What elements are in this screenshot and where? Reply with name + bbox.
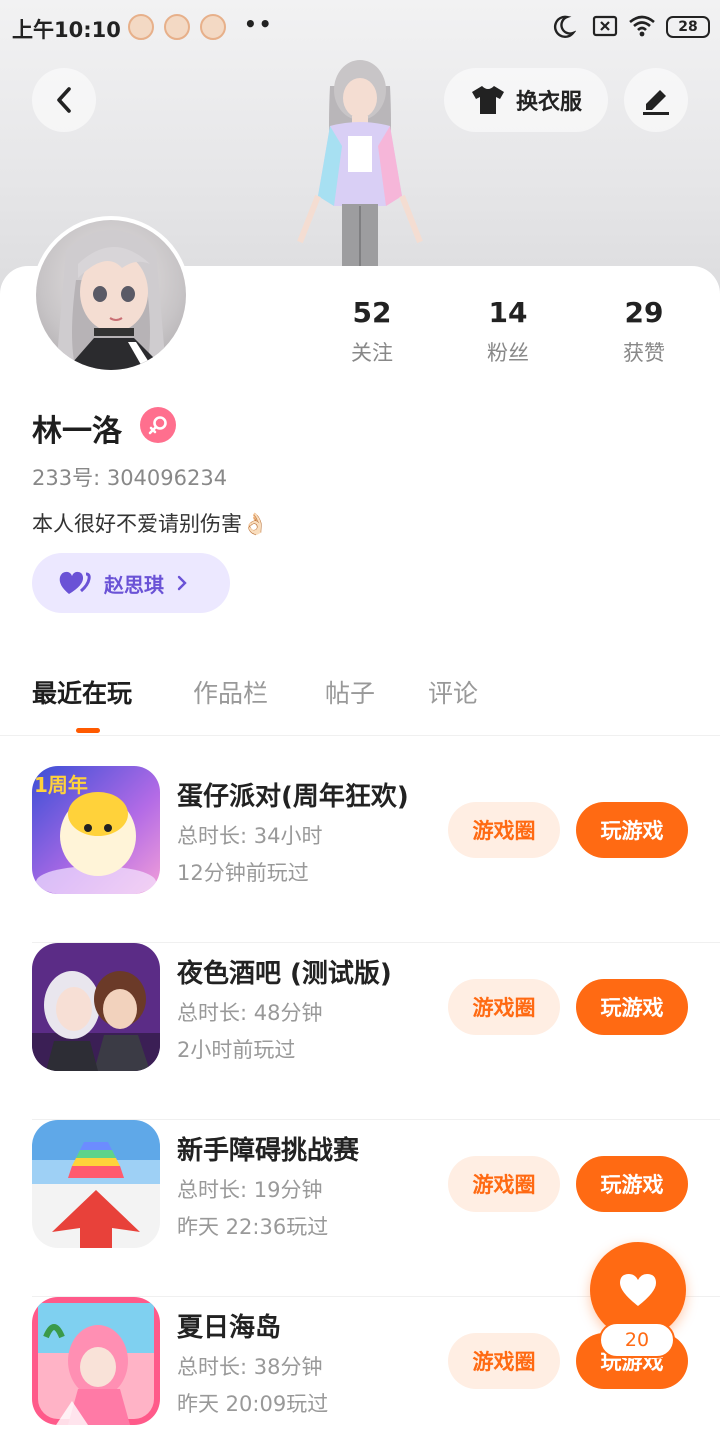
female-icon: [140, 407, 176, 443]
game-icon-eggy-party: 1周年: [32, 766, 160, 894]
stat-following[interactable]: 52 关注: [322, 296, 422, 367]
game-last-played: 12分钟前玩过: [177, 861, 309, 885]
chevron-right-icon: [177, 575, 187, 591]
game-last-played: 昨天 22:36玩过: [177, 1215, 329, 1239]
notification-icon: [128, 14, 154, 40]
game-circle-button[interactable]: 游戏圈: [448, 802, 560, 858]
cp-relation-button[interactable]: 赵思琪: [32, 553, 230, 613]
profile-tabs: 最近在玩 作品栏 帖子 评论: [0, 670, 720, 736]
change-outfit-button[interactable]: 换衣服: [444, 68, 608, 132]
game-duration: 总时长: 34小时: [177, 824, 323, 848]
game-duration: 总时长: 48分钟: [177, 1001, 323, 1025]
game-circle-button[interactable]: 游戏圈: [448, 1333, 560, 1389]
game-list-item[interactable]: 夜色酒吧 (测试版) 总时长: 48分钟 2小时前玩过 游戏圈 玩游戏: [32, 943, 720, 1120]
play-game-button[interactable]: 玩游戏: [576, 802, 688, 858]
pencil-icon: [643, 90, 669, 115]
heart-icon: [620, 1274, 656, 1306]
game-circle-button[interactable]: 游戏圈: [448, 1156, 560, 1212]
change-outfit-label: 换衣服: [515, 90, 582, 115]
game-icon-obstacle-challenge: [32, 1120, 160, 1248]
game-icon-night-bar: [32, 943, 160, 1071]
game-title: 新手障碍挑战赛: [177, 1136, 360, 1166]
tab-recently-played[interactable]: 最近在玩: [32, 674, 132, 710]
stat-likes-count: 29: [624, 296, 664, 329]
play-game-button[interactable]: 玩游戏: [576, 1156, 688, 1212]
more-notifications-icon: ••: [244, 12, 274, 36]
status-bar: 上午10:10 •• 28: [0, 0, 720, 56]
stat-fans-label: 粉丝: [487, 341, 529, 365]
no-sim-icon: [592, 15, 618, 37]
svg-text:1周年: 1周年: [34, 773, 88, 797]
edit-profile-button[interactable]: [624, 68, 688, 132]
stat-following-label: 关注: [351, 341, 393, 365]
game-title: 夏日海岛: [177, 1313, 282, 1343]
stat-fans[interactable]: 14 粉丝: [458, 296, 558, 367]
chevron-left-icon: [57, 87, 71, 113]
cp-name: 赵思琪: [104, 572, 164, 597]
game-icon-summer-island: [32, 1297, 160, 1425]
user-bio: 本人很好不爱请别伤害👌🏻: [32, 512, 269, 536]
back-button[interactable]: [32, 68, 96, 132]
stat-likes[interactable]: 29 获赞: [594, 296, 694, 367]
stat-fans-count: 14: [488, 296, 528, 329]
avatar[interactable]: [32, 216, 190, 374]
play-game-button[interactable]: 玩游戏: [576, 979, 688, 1035]
avatar-figure-image: [297, 60, 423, 268]
game-last-played: 2小时前玩过: [177, 1038, 296, 1062]
stat-likes-label: 获赞: [623, 341, 665, 365]
game-list-item[interactable]: 1周年 蛋仔派对(周年狂欢) 总时长: 34小时 12分钟前玩过 游戏圈 玩游戏: [32, 766, 720, 943]
game-title: 夜色酒吧 (测试版): [177, 959, 392, 989]
game-last-played: 昨天 20:09玩过: [177, 1392, 329, 1416]
couple-hearts-icon: [59, 571, 91, 594]
tab-posts[interactable]: 帖子: [325, 674, 375, 710]
game-circle-button[interactable]: 游戏圈: [448, 979, 560, 1035]
game-duration: 总时长: 38分钟: [177, 1355, 323, 1379]
stat-following-count: 52: [352, 296, 392, 329]
game-duration: 总时长: 19分钟: [177, 1178, 323, 1202]
tab-works[interactable]: 作品栏: [193, 674, 268, 710]
wifi-icon: [629, 15, 655, 37]
notification-icon: [164, 14, 190, 40]
user-id: 233号: 304096234: [32, 466, 228, 490]
tab-active-indicator: [76, 728, 100, 733]
tshirt-icon: [471, 86, 504, 114]
status-time: 上午10:10: [12, 18, 121, 42]
user-name: 林一洛: [32, 414, 122, 449]
like-count-badge: 20: [599, 1322, 675, 1358]
game-title: 蛋仔派对(周年狂欢): [177, 782, 409, 812]
tab-comments[interactable]: 评论: [428, 674, 478, 710]
battery-indicator: 28: [666, 16, 710, 38]
notification-icon: [200, 14, 226, 40]
avatar-image: [56, 230, 166, 370]
moon-icon: [553, 15, 576, 38]
